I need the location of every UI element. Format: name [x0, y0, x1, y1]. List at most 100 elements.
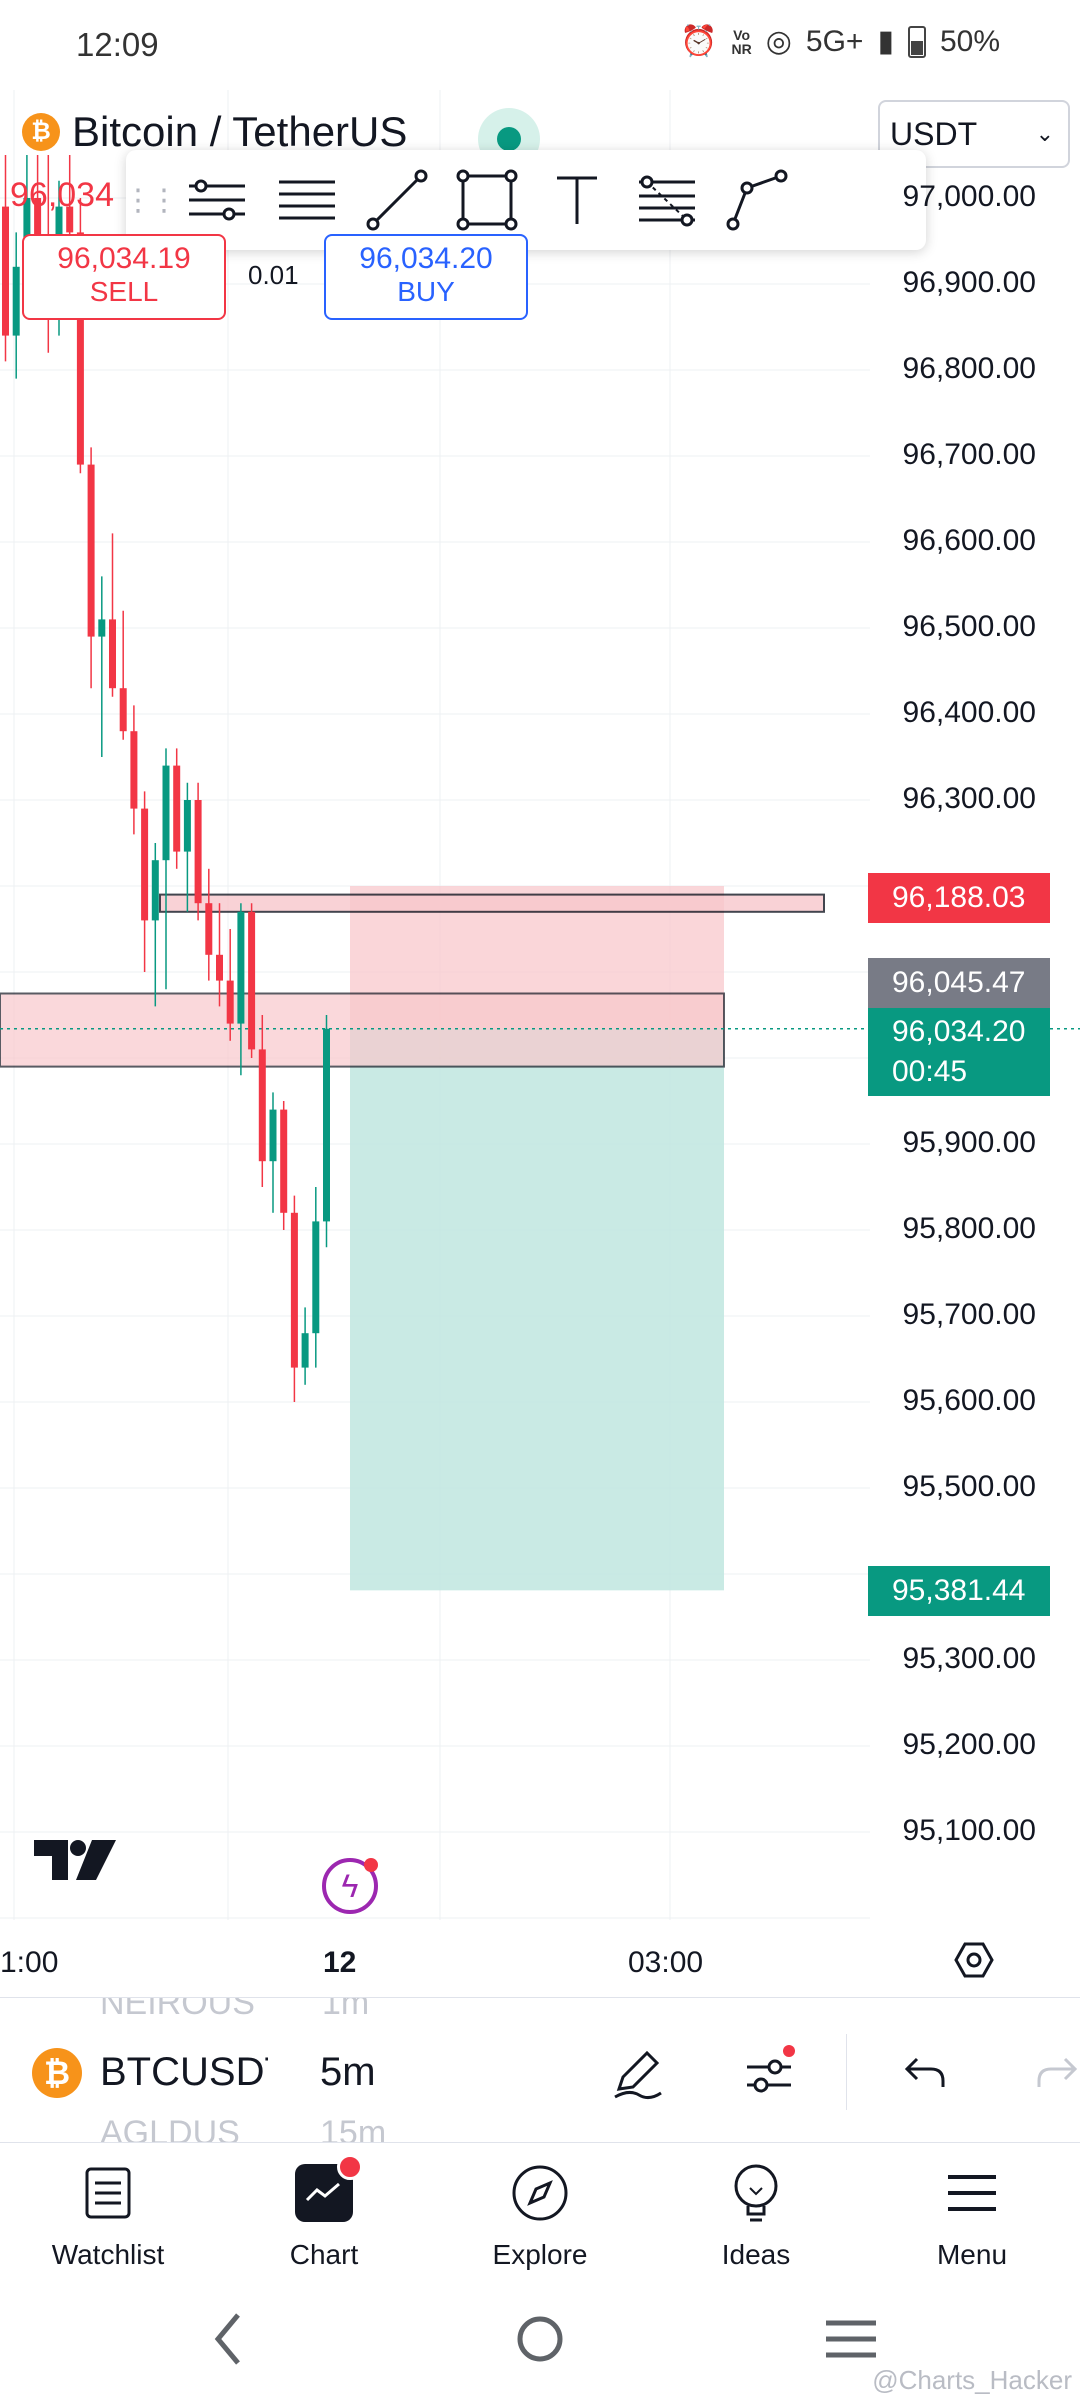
price-axis-label: 96,600.00 — [902, 524, 1036, 557]
path-tool-icon[interactable] — [712, 150, 802, 250]
symbol-bar: NEIROUS 1m ₿ BTCUSDT 5m AGLDUS 15m — [0, 1998, 1080, 2143]
text-tool-icon[interactable] — [532, 150, 622, 250]
candle-body — [269, 1109, 277, 1162]
time-axis: 1:00 12 03:00 — [0, 1920, 1080, 1998]
nav-watchlist[interactable]: Watchlist — [0, 2143, 216, 2293]
candle-body — [312, 1221, 320, 1334]
prev-interval[interactable]: 1m — [322, 1998, 369, 2023]
nav-explore[interactable]: Explore — [432, 2143, 648, 2293]
next-symbol[interactable]: AGLDUS — [100, 2114, 240, 2142]
buy-button[interactable]: 96,034.20 BUY — [324, 234, 528, 320]
buy-label: BUY — [397, 276, 455, 307]
price-axis-label: 95,800.00 — [902, 1212, 1036, 1245]
lightning-icon[interactable]: ϟ — [322, 1858, 378, 1914]
candle-body — [119, 688, 127, 732]
pen-icon[interactable] — [602, 2038, 672, 2108]
support-zone — [0, 992, 725, 1068]
candle-body — [109, 619, 116, 689]
price-axis-label: 97,000.00 — [902, 180, 1036, 213]
recents-icon[interactable] — [826, 2320, 876, 2358]
sell-button[interactable]: 96,034.19 SELL — [22, 234, 226, 320]
menu-icon — [940, 2161, 1004, 2225]
back-icon[interactable] — [214, 2313, 240, 2365]
bitcoin-icon: ₿ — [22, 113, 60, 151]
interval-selector[interactable]: 5m — [320, 2050, 376, 2095]
status-icons: ⏰ Vo NR ◎ 5G+ ▮ 50% — [680, 24, 1000, 59]
candle-body — [12, 266, 20, 336]
entry-price-tag: 96,045.47 — [868, 958, 1050, 1008]
nav-label: Ideas — [721, 2239, 791, 2270]
network-type: 5G+ — [805, 24, 864, 58]
current-price-overlay: 96,034 — [10, 176, 114, 214]
symbol-header[interactable]: ₿ Bitcoin / TetherUS — [22, 108, 407, 156]
time-label: 03:00 — [628, 1946, 704, 1979]
price-axis-label: 96,500.00 — [902, 610, 1036, 643]
fib-retracement-icon[interactable] — [622, 150, 712, 250]
candle-body — [205, 903, 213, 955]
compass-icon — [508, 2161, 572, 2225]
home-icon[interactable] — [517, 2316, 563, 2362]
drag-handle-icon[interactable]: ⋮⋮ — [123, 183, 179, 218]
undo-icon[interactable] — [890, 2038, 960, 2108]
redo-icon[interactable] — [1022, 2038, 1080, 2108]
take-profit-zone — [350, 1028, 724, 1591]
status-time: 12:09 — [76, 26, 159, 63]
candle-body — [226, 980, 234, 1024]
nav-menu[interactable]: Menu — [864, 2143, 1080, 2293]
candle-body — [301, 1333, 309, 1368]
chart-settings-icon[interactable] — [954, 1940, 994, 1980]
candle-body — [183, 800, 191, 852]
order-quantity[interactable]: 0.01 — [248, 260, 299, 291]
sell-label: SELL — [89, 276, 159, 307]
candle-body — [258, 1049, 266, 1162]
chevron-down-icon: ⌄ — [1035, 121, 1054, 146]
candle-body — [237, 911, 245, 1024]
candle-body — [323, 1028, 330, 1222]
drawing-toolbar: ⋮⋮ — [123, 150, 926, 250]
volte-icon: Vo NR — [731, 26, 752, 57]
watermark: @Charts_Hacker — [872, 2365, 1072, 2395]
candle-body — [2, 206, 9, 336]
take-profit-price-tag: 95,381.44 — [868, 1566, 1050, 1616]
lightbulb-icon — [724, 2161, 788, 2225]
price-axis-label: 96,700.00 — [902, 438, 1036, 471]
candle-body — [280, 1109, 288, 1213]
time-label: 1:00 — [0, 1946, 59, 1979]
price-axis-label: 96,800.00 — [902, 352, 1036, 385]
chart-icon — [292, 2154, 363, 2225]
prev-symbol[interactable]: NEIROUS — [100, 1998, 255, 2023]
price-axis-label: 95,100.00 — [902, 1814, 1036, 1847]
symbol-title[interactable]: Bitcoin / TetherUS — [72, 108, 407, 156]
symbol-selector[interactable]: BTCUSDT — [100, 2050, 268, 2095]
candle-body — [290, 1212, 298, 1368]
nav-ideas[interactable]: Ideas — [648, 2143, 864, 2293]
currency-value: USDT — [890, 115, 978, 152]
nav-chart[interactable]: Chart — [216, 2143, 432, 2293]
nav-label: Watchlist — [51, 2239, 165, 2270]
alarm-icon: ⏰ — [680, 25, 718, 58]
candle-body — [130, 731, 138, 809]
bottom-navigation: Watchlist Chart Explore Ideas Menu — [0, 2143, 1080, 2293]
time-label: 12 — [323, 1946, 357, 1979]
price-axis-label: 95,300.00 — [902, 1642, 1036, 1675]
sell-price: 96,034.19 — [57, 242, 191, 275]
next-interval[interactable]: 15m — [320, 2114, 386, 2142]
candle-body — [98, 619, 106, 637]
candle-body — [194, 800, 202, 904]
bar-countdown: 00:45 — [892, 1055, 968, 1088]
battery-icon — [907, 25, 926, 58]
candle-body — [248, 911, 256, 1050]
price-axis-label: 96,900.00 — [902, 266, 1036, 299]
candle-body — [151, 860, 159, 921]
chart-icon-box — [295, 2154, 363, 2222]
price-axis-label: 95,900.00 — [902, 1126, 1036, 1159]
candle-body — [141, 808, 149, 921]
candle-body — [162, 765, 170, 861]
buy-price: 96,034.20 — [359, 242, 493, 275]
resistance-zone — [159, 893, 825, 913]
nav-label: Menu — [936, 2239, 1008, 2270]
price-axis-label: 95,700.00 — [902, 1298, 1036, 1331]
last-price: 96,034.20 — [892, 1015, 1026, 1048]
price-axis-label: 96,300.00 — [902, 782, 1036, 815]
indicators-icon[interactable] — [734, 2038, 804, 2108]
